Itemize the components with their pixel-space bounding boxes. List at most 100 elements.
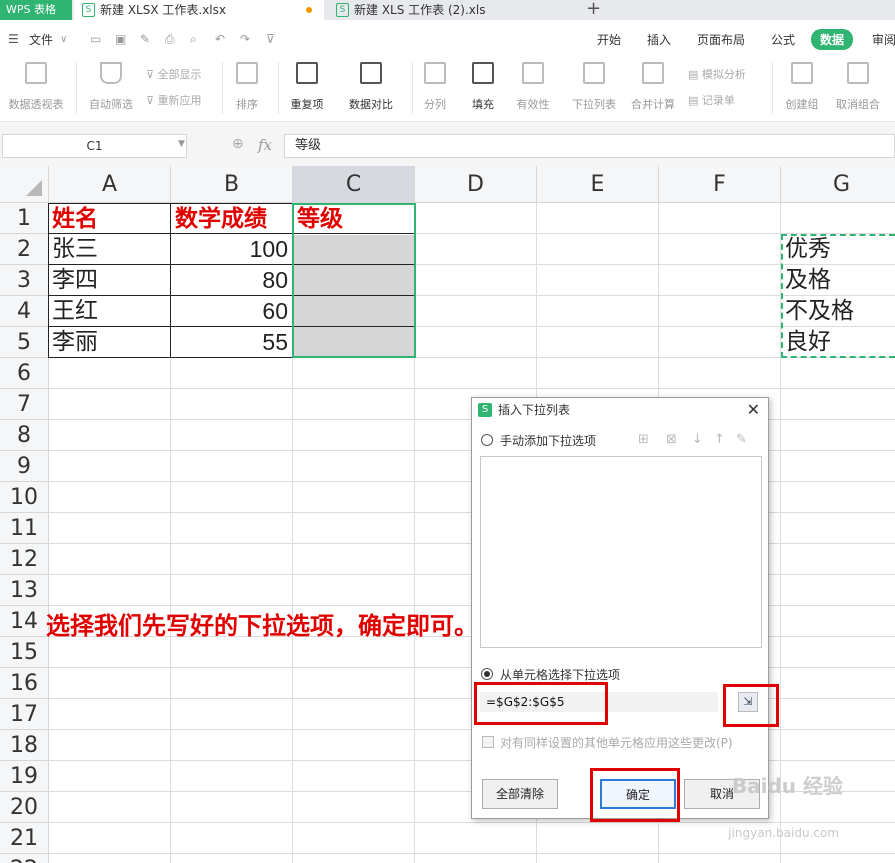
what-if-button[interactable]: ▤ 模拟分析 <box>688 66 746 82</box>
move-up-icon[interactable]: ↑ <box>714 432 725 447</box>
copy-marquee-g2-g5 <box>781 234 895 358</box>
new-tab-plus-icon[interactable]: + <box>586 0 601 19</box>
consolidate-button[interactable]: 合并计算 <box>618 62 688 112</box>
row-header-1[interactable]: 1 <box>0 203 49 234</box>
menu-insert[interactable]: 插入 <box>647 31 671 48</box>
validity-button[interactable]: 有效性 <box>498 62 568 112</box>
row-header-7[interactable]: 7 <box>0 389 49 420</box>
menu-formula[interactable]: 公式 <box>771 31 795 48</box>
zoom-icon[interactable]: ⊕ <box>232 136 244 152</box>
reapply-button[interactable]: ⊽ 重新应用 <box>146 92 202 108</box>
cell-a5[interactable]: 李丽 <box>52 327 168 358</box>
row-header-3[interactable]: 3 <box>0 265 49 296</box>
redo-icon[interactable]: ↷ <box>240 32 250 46</box>
cell-b1[interactable]: 数学成绩 <box>175 203 291 234</box>
duplicates-button[interactable]: 重复项 <box>272 62 342 112</box>
cell-a1[interactable]: 姓名 <box>52 203 168 234</box>
cell-a2[interactable]: 张三 <box>52 234 168 265</box>
close-icon[interactable]: ✕ <box>747 400 760 419</box>
record-form-button[interactable]: ▤ 记录单 <box>688 92 735 108</box>
fill-down-icon <box>472 62 494 84</box>
column-header-c[interactable]: C <box>293 166 415 203</box>
edit-item-icon[interactable]: ✎ <box>736 432 747 447</box>
insert-dropdown-dialog: S 插入下拉列表 ✕ 手动添加下拉选项 ⊞ ⊠ ↓ ↑ ✎ 从单元格选择下拉选项… <box>471 397 779 822</box>
row-header-5[interactable]: 5 <box>0 327 49 358</box>
row-header-13[interactable]: 13 <box>0 575 49 606</box>
row-header-22[interactable]: 22 <box>0 854 49 863</box>
row-header-19[interactable]: 19 <box>0 761 49 792</box>
from-cells-radio[interactable] <box>481 668 493 680</box>
row-header-16[interactable]: 16 <box>0 668 49 699</box>
move-down-icon[interactable]: ↓ <box>692 432 703 447</box>
spreadsheet-app: WPS 表格 S 新建 XLSX 工作表.xlsx S 新建 XLS 工作表 (… <box>0 0 895 863</box>
chevron-down-icon[interactable]: ∨ <box>60 34 67 45</box>
show-all-button[interactable]: ⊽ 全部显示 <box>146 66 202 82</box>
row-header-20[interactable]: 20 <box>0 792 49 823</box>
print-icon[interactable]: ⎙ <box>165 32 175 47</box>
data-compare-button[interactable]: 数据对比 <box>336 62 406 112</box>
tab-xls[interactable]: S 新建 XLS 工作表 (2).xls <box>328 0 576 20</box>
row-header-21[interactable]: 21 <box>0 823 49 854</box>
menu-data[interactable]: 数据 <box>811 29 854 50</box>
tab-xlsx[interactable]: S 新建 XLSX 工作表.xlsx <box>74 0 324 20</box>
row-header-4[interactable]: 4 <box>0 296 49 327</box>
column-header-a[interactable]: A <box>49 166 171 203</box>
cell-b2[interactable]: 100 <box>171 234 292 265</box>
sheet-file-icon: S <box>336 3 349 17</box>
row-header-18[interactable]: 18 <box>0 730 49 761</box>
print-preview-icon[interactable]: ⌕ <box>190 32 197 47</box>
data-compare-icon <box>360 62 382 84</box>
column-header-b[interactable]: B <box>171 166 293 203</box>
row-header-12[interactable]: 12 <box>0 544 49 575</box>
manual-options-list[interactable] <box>480 456 762 648</box>
column-header-g[interactable]: G <box>781 166 895 203</box>
auto-filter-button[interactable]: 自动筛选 <box>76 62 146 112</box>
formula-input[interactable]: 等级 <box>284 134 895 158</box>
name-box[interactable]: C1 <box>2 134 187 158</box>
row-header-11[interactable]: 11 <box>0 513 49 544</box>
row-header-6[interactable]: 6 <box>0 358 49 389</box>
cell-b3[interactable]: 80 <box>171 265 292 296</box>
menu-review[interactable]: 审阅 <box>872 31 895 48</box>
row-header-14[interactable]: 14 <box>0 606 49 637</box>
row-header-9[interactable]: 9 <box>0 451 49 482</box>
save-icon[interactable]: ▣ <box>115 32 126 46</box>
highlight-ok-button <box>590 768 680 822</box>
customize-quickbar-icon[interactable]: ⊽ <box>266 32 275 46</box>
ungroup-icon <box>847 62 869 84</box>
wps-logo[interactable]: WPS 表格 <box>0 0 72 20</box>
ungroup-button[interactable]: 取消组合 <box>823 62 893 112</box>
row-header-2[interactable]: 2 <box>0 234 49 265</box>
sort-icon <box>236 62 258 84</box>
pivot-table-button[interactable]: 数据透视表 <box>1 62 71 112</box>
undo-icon[interactable]: ↶ <box>215 32 225 46</box>
column-header-e[interactable]: E <box>537 166 659 203</box>
row-header-17[interactable]: 17 <box>0 699 49 730</box>
cell-a3[interactable]: 李四 <box>52 265 168 296</box>
hamburger-menu-icon[interactable]: ☰ <box>8 32 19 46</box>
apply-all-checkbox[interactable] <box>482 736 494 748</box>
clear-all-button[interactable]: 全部清除 <box>482 779 558 809</box>
column-header-f[interactable]: F <box>659 166 781 203</box>
column-header-d[interactable]: D <box>415 166 537 203</box>
function-icon[interactable]: fx <box>258 136 272 154</box>
select-all-corner[interactable] <box>0 166 49 203</box>
delete-item-icon[interactable]: ⊠ <box>666 432 677 447</box>
add-item-icon[interactable]: ⊞ <box>638 432 649 447</box>
cell-a4[interactable]: 王红 <box>52 296 168 327</box>
cell-b5[interactable]: 55 <box>171 327 292 358</box>
cell-b4[interactable]: 60 <box>171 296 292 327</box>
menu-start[interactable]: 开始 <box>597 31 621 48</box>
chevron-down-icon[interactable]: ▼ <box>178 139 185 149</box>
open-folder-icon[interactable]: ▭ <box>90 32 101 46</box>
apply-all-label: 对有同样设置的其他单元格应用这些更改(P) <box>500 736 733 750</box>
row-header-10[interactable]: 10 <box>0 482 49 513</box>
menu-bar <box>0 20 895 56</box>
format-painter-icon[interactable]: ✎ <box>140 32 150 46</box>
manual-option-label: 手动添加下拉选项 <box>500 434 597 448</box>
menu-page-layout[interactable]: 页面布局 <box>697 31 745 48</box>
row-header-8[interactable]: 8 <box>0 420 49 451</box>
file-menu[interactable]: 文件 <box>29 31 53 48</box>
row-header-15[interactable]: 15 <box>0 637 49 668</box>
manual-radio[interactable] <box>481 434 493 446</box>
